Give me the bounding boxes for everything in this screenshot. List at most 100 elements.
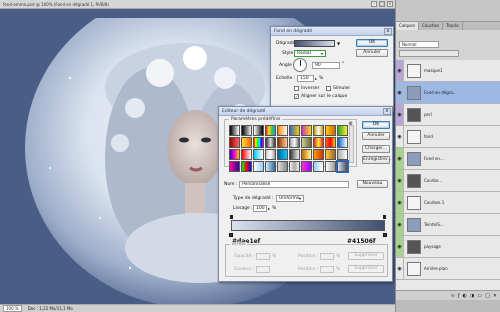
preset-swatch[interactable]: [265, 161, 276, 172]
preset-swatch[interactable]: [301, 161, 312, 172]
preset-swatch[interactable]: [313, 125, 324, 136]
dither-checkbox[interactable]: [326, 86, 331, 91]
save-button[interactable]: Enregistrer...: [362, 156, 392, 164]
layer-row[interactable]: ◉ perl: [396, 104, 500, 126]
opacity-input[interactable]: [256, 253, 270, 260]
eye-icon[interactable]: ◉: [396, 104, 404, 125]
gradient-ramp-bar[interactable]: [231, 220, 385, 231]
preset-swatch[interactable]: [289, 137, 300, 148]
mask-icon[interactable]: ◐: [463, 293, 467, 299]
preset-swatch[interactable]: [229, 137, 240, 148]
document-size-info[interactable]: Doc : 1,22 Mo/11,1 Mo: [28, 306, 73, 311]
lock-options-bar[interactable]: [399, 50, 459, 57]
gradient-dropdown-arrow-icon[interactable]: ▼: [337, 41, 340, 46]
preset-swatch[interactable]: [241, 137, 252, 148]
preset-swatch[interactable]: [277, 137, 288, 148]
layer-row[interactable]: ◉ Courbe...: [396, 170, 500, 192]
close-icon[interactable]: x: [383, 107, 391, 115]
scale-arrow-icon[interactable]: ▸: [315, 76, 317, 81]
cancel-button[interactable]: Annuler: [356, 49, 388, 57]
preset-swatch[interactable]: [337, 149, 348, 160]
preset-swatch[interactable]: [253, 161, 264, 172]
eye-icon[interactable]: ◉: [396, 170, 404, 191]
tab-trac-s[interactable]: Tracés: [443, 22, 463, 30]
preset-swatch[interactable]: [277, 149, 288, 160]
preset-swatch[interactable]: [313, 161, 324, 172]
align-checkbox[interactable]: ✓: [294, 94, 299, 99]
preset-swatch[interactable]: [241, 161, 252, 172]
eye-icon[interactable]: ◉: [396, 214, 404, 235]
preset-swatch[interactable]: [265, 149, 276, 160]
name-input[interactable]: Personnalisé: [239, 181, 349, 188]
preset-swatch[interactable]: [325, 149, 336, 160]
preset-swatch[interactable]: [301, 149, 312, 160]
preset-swatch[interactable]: [325, 161, 336, 172]
preset-swatch[interactable]: [265, 125, 276, 136]
angle-input[interactable]: 90: [312, 62, 340, 69]
opacity-stop-right[interactable]: [383, 215, 386, 219]
blend-mode-select[interactable]: Normal: [399, 41, 439, 48]
ok-button[interactable]: OK: [362, 121, 390, 129]
preset-swatch[interactable]: [229, 149, 240, 160]
close-window-button[interactable]: ×: [387, 1, 393, 7]
reverse-checkbox[interactable]: [294, 86, 299, 91]
layer-row[interactable]: ◉ Fond en...: [396, 148, 500, 170]
gradient-preview-swatch[interactable]: [294, 40, 335, 47]
preset-swatch[interactable]: [253, 137, 264, 148]
preset-swatch[interactable]: [301, 137, 312, 148]
preset-swatch[interactable]: [313, 137, 324, 148]
new-icon[interactable]: □: [485, 293, 490, 299]
preset-swatch[interactable]: [229, 161, 240, 172]
adjust-icon[interactable]: ◑: [470, 293, 474, 299]
preset-swatch[interactable]: [325, 125, 336, 136]
delete-color-stop-button[interactable]: Supprimer: [348, 265, 384, 273]
presets-scrollbar[interactable]: [349, 125, 354, 163]
minimize-button[interactable]: –: [371, 1, 377, 7]
layer-row[interactable]: ◉ masque1: [396, 60, 500, 82]
preset-swatch[interactable]: [241, 125, 252, 136]
preset-swatch[interactable]: [241, 149, 252, 160]
tab-calques[interactable]: Calques: [396, 22, 419, 30]
ok-button[interactable]: OK: [356, 39, 388, 47]
cancel-button[interactable]: Annuler: [362, 132, 390, 140]
eye-icon[interactable]: ◉: [396, 82, 404, 103]
preset-swatch[interactable]: [336, 160, 349, 173]
eye-icon[interactable]: ◉: [396, 258, 404, 279]
color-location-input[interactable]: [320, 266, 334, 273]
angle-dial[interactable]: [293, 58, 307, 72]
layer-row[interactable]: ◉ paysage: [396, 236, 500, 258]
color-stop-left[interactable]: [229, 233, 233, 237]
maximize-button[interactable]: □: [379, 1, 385, 7]
smoothness-input[interactable]: 100: [253, 205, 267, 212]
preset-swatch[interactable]: [289, 149, 300, 160]
preset-swatch[interactable]: [265, 137, 276, 148]
preset-swatch[interactable]: [277, 125, 288, 136]
eye-icon[interactable]: ◉: [396, 126, 404, 147]
layer-row[interactable]: ◉ Teinte/S...: [396, 214, 500, 236]
close-icon[interactable]: x: [384, 27, 392, 35]
opacity-stop-left[interactable]: [230, 215, 233, 219]
stop-color-swatch[interactable]: [256, 266, 270, 273]
location-input[interactable]: [320, 253, 334, 260]
preset-swatch[interactable]: [325, 137, 336, 148]
trash-icon[interactable]: ✕: [493, 293, 497, 299]
layer-row[interactable]: ◉ Courbes 1: [396, 192, 500, 214]
layer-row[interactable]: ◉ Fond en dégra...: [396, 82, 500, 104]
eye-icon[interactable]: ◉: [396, 148, 404, 169]
folder-icon[interactable]: ▭: [477, 293, 482, 299]
chevron-down-icon[interactable]: ▾: [321, 51, 323, 56]
delete-opacity-stop-button[interactable]: Supprimer: [348, 252, 384, 260]
eye-icon[interactable]: ◉: [396, 192, 404, 213]
preset-swatch[interactable]: [253, 125, 264, 136]
smoothness-arrow-icon[interactable]: ▸: [268, 206, 270, 211]
scale-input[interactable]: 150: [297, 75, 314, 82]
preset-swatch[interactable]: [289, 161, 300, 172]
eye-icon[interactable]: ◉: [396, 236, 404, 257]
preset-swatch[interactable]: [313, 149, 324, 160]
fx-icon[interactable]: ƒ: [458, 293, 460, 299]
layer-row[interactable]: ◉ Arrière-plan: [396, 258, 500, 280]
eye-icon[interactable]: ◉: [396, 60, 404, 81]
link-icon[interactable]: ∞: [451, 293, 455, 299]
new-button[interactable]: Nouveau: [357, 180, 388, 188]
preset-swatch[interactable]: [337, 125, 348, 136]
